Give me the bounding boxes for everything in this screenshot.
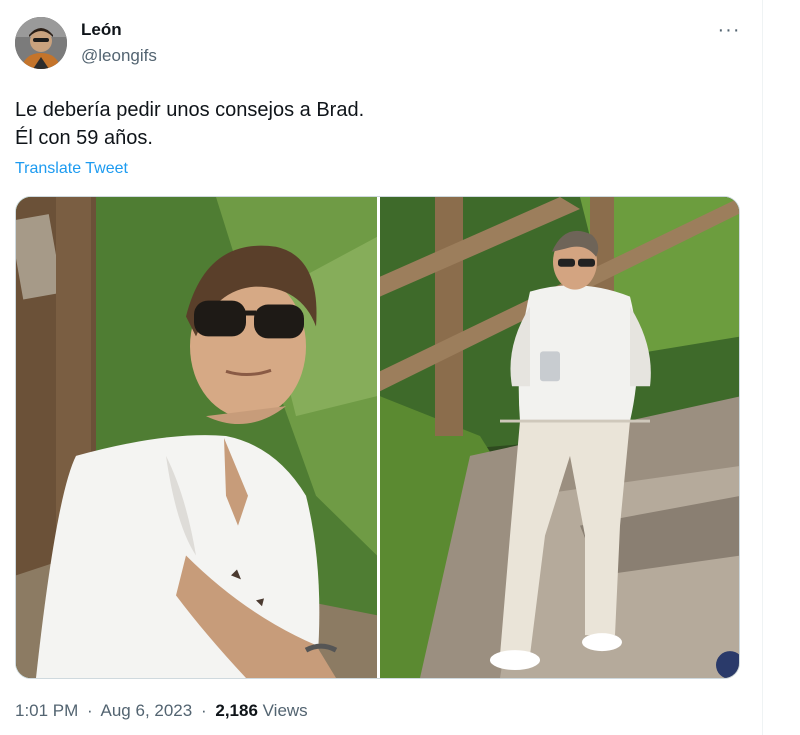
column-divider — [762, 0, 763, 735]
views-count[interactable]: 2,186 — [215, 701, 258, 720]
author-name[interactable]: León — [81, 20, 122, 40]
tweet-text-line-1: Le debería pedir unos consejos a Brad. — [15, 99, 365, 121]
tweet-metadata: 1:01 PM · Aug 6, 2023 · 2,186 Views — [15, 701, 308, 721]
meta-separator: · — [87, 701, 93, 720]
translate-tweet-link[interactable]: Translate Tweet — [15, 160, 128, 178]
views-label: Views — [262, 701, 308, 720]
tweet-time[interactable]: 1:01 PM — [15, 701, 78, 720]
tweet-text: Le debería pedir unos consejos a Brad. É… — [15, 96, 735, 152]
tweet-text-line-2: Él con 59 años. — [15, 127, 153, 149]
meta-separator: · — [200, 701, 207, 720]
tweet-card: León @leongifs ··· Le debería pedir unos… — [0, 0, 762, 735]
tweet-date[interactable]: Aug 6, 2023 — [101, 701, 193, 720]
photo-walking[interactable] — [380, 197, 739, 678]
photo-closeup[interactable] — [16, 197, 377, 678]
more-options-icon[interactable]: ··· — [714, 18, 744, 42]
avatar[interactable] — [15, 17, 67, 69]
author-handle[interactable]: @leongifs — [81, 46, 157, 66]
media-grid[interactable] — [15, 196, 740, 679]
